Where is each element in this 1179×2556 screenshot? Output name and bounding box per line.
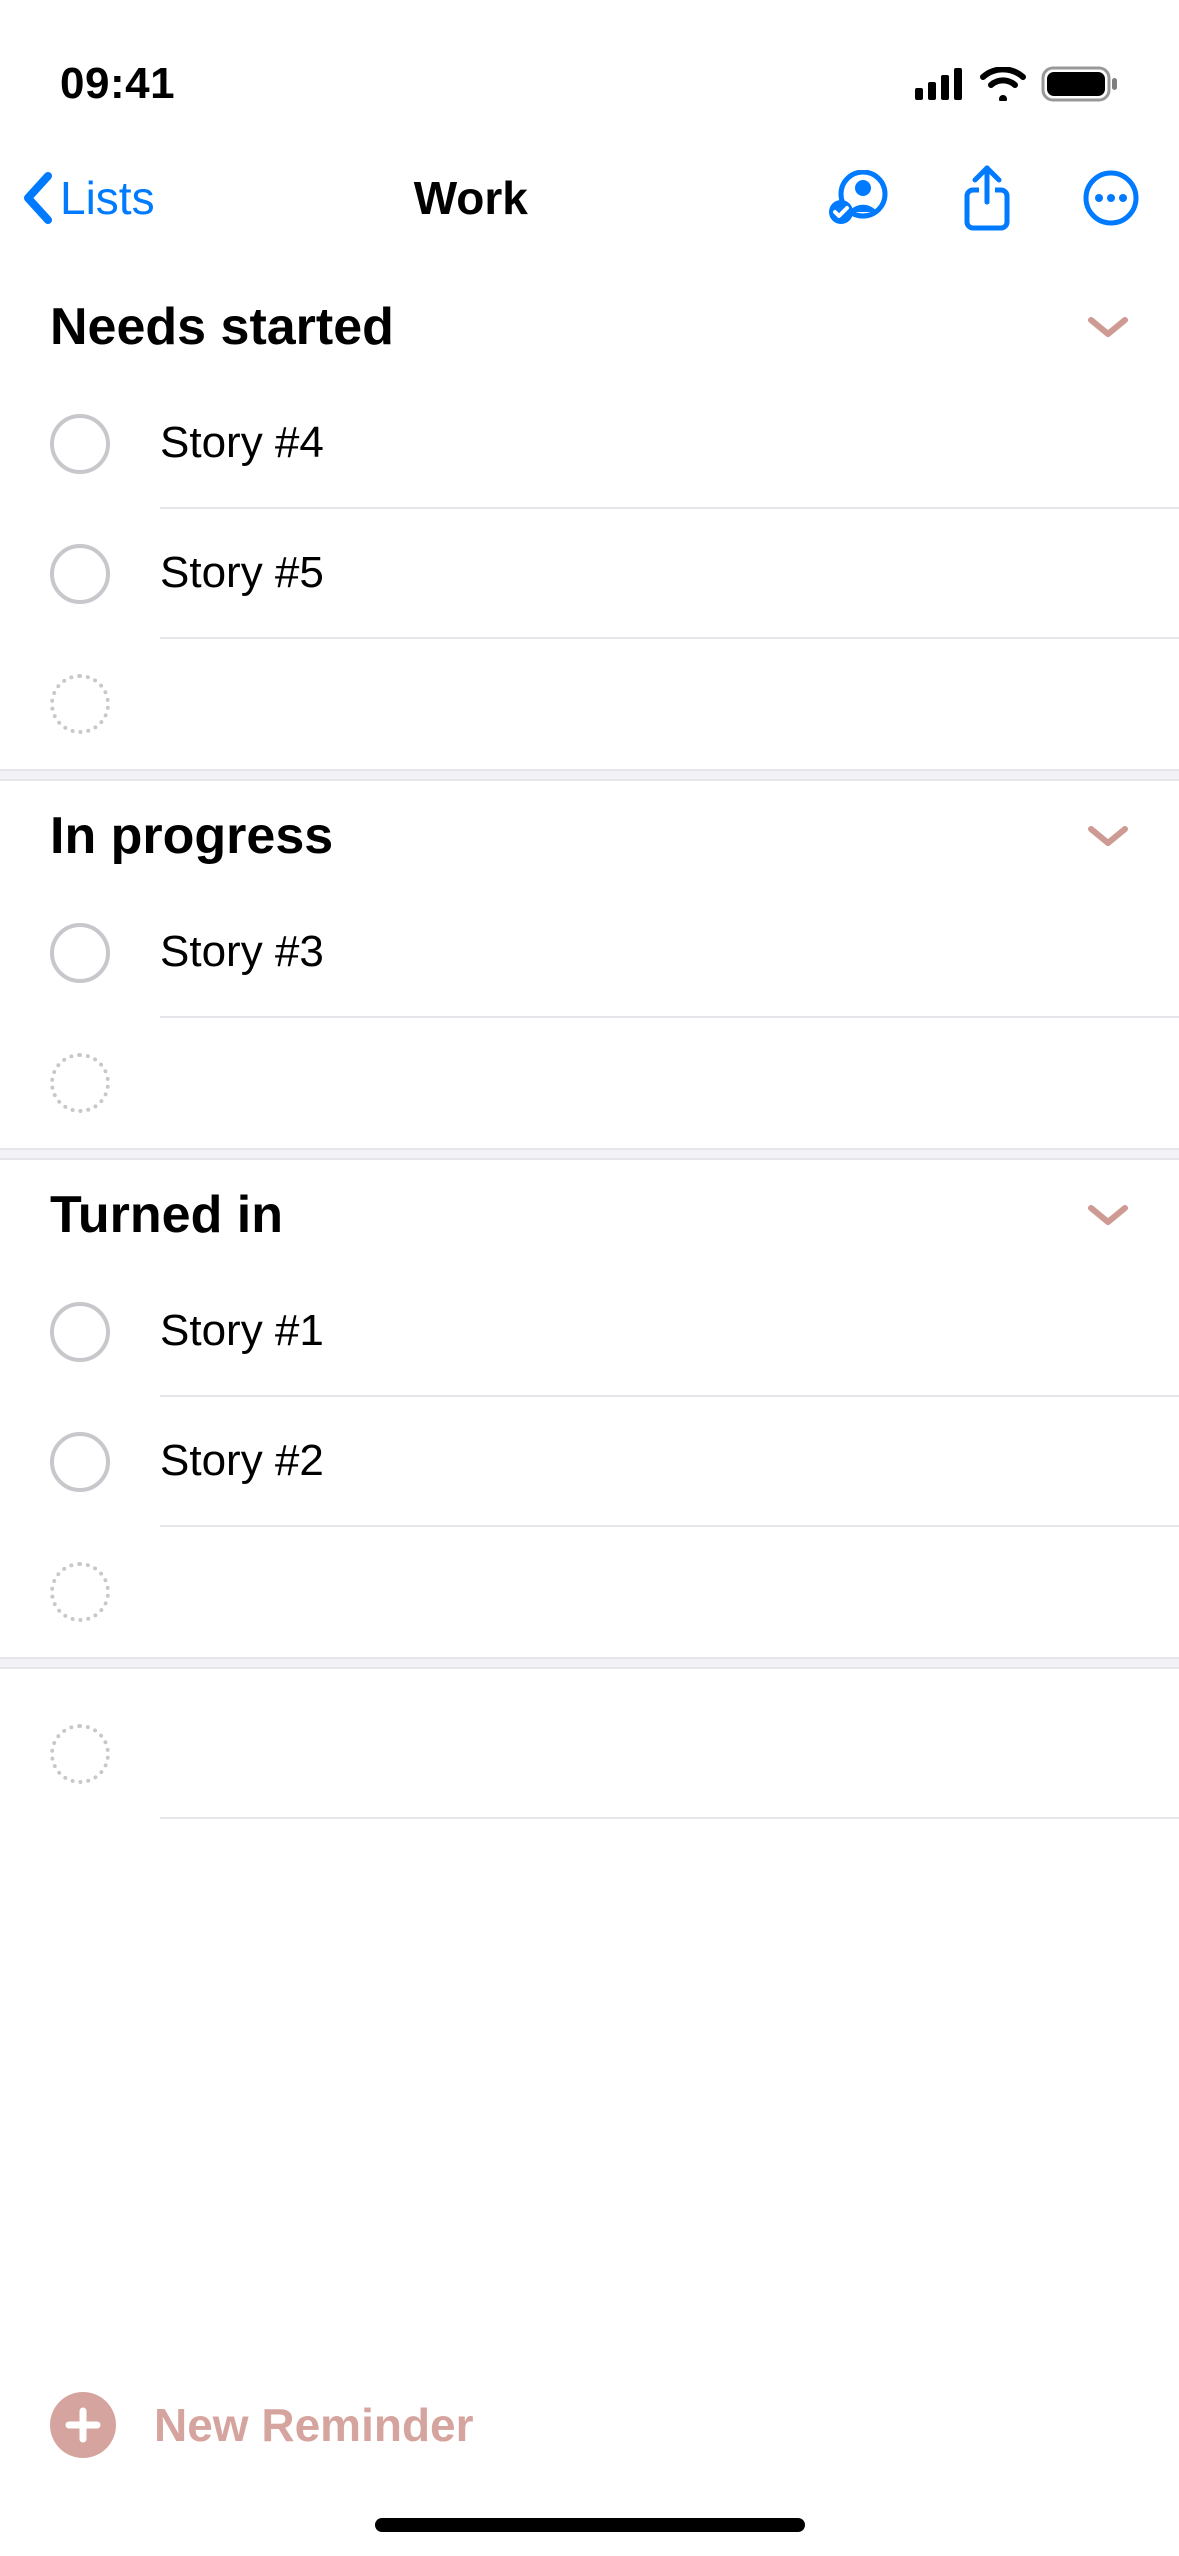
reminder-title[interactable]: Story #4: [160, 379, 1179, 509]
nav-actions: [827, 164, 1139, 232]
completion-circle[interactable]: [50, 923, 110, 983]
completion-circle[interactable]: [50, 1432, 110, 1492]
section-header[interactable]: Turned in: [0, 1175, 1179, 1267]
section-title: Needs started: [50, 297, 394, 357]
collaborate-icon[interactable]: [827, 170, 891, 226]
chevron-down-icon: [1087, 1202, 1129, 1228]
reminder-title[interactable]: Story #3: [160, 888, 1179, 1018]
section-divider: [0, 1657, 1179, 1669]
status-bar: 09:41: [0, 0, 1179, 130]
reminder-item[interactable]: Story #1: [0, 1267, 1179, 1397]
reminder-title[interactable]: Story #2: [160, 1397, 1179, 1527]
completion-circle-ghost: [50, 674, 110, 734]
completion-circle[interactable]: [50, 544, 110, 604]
section-header[interactable]: In progress: [0, 796, 1179, 888]
completion-circle-ghost: [50, 1053, 110, 1113]
new-reminder-placeholder[interactable]: [0, 1527, 1179, 1657]
section-needs-started: Needs started Story #4 Story #5: [0, 272, 1179, 769]
cellular-icon: [915, 68, 965, 100]
more-icon[interactable]: [1083, 170, 1139, 226]
wifi-icon: [979, 67, 1027, 101]
page-title: Work: [115, 171, 827, 225]
nav-bar: Lists Work: [0, 130, 1179, 272]
chevron-left-icon: [20, 172, 58, 224]
reminder-item[interactable]: Story #3: [0, 888, 1179, 1018]
section-in-progress: In progress Story #3: [0, 781, 1179, 1148]
reminder-item[interactable]: Story #4: [0, 379, 1179, 509]
completion-circle-ghost: [50, 1724, 110, 1784]
reminder-title-empty[interactable]: [160, 639, 1179, 769]
reminder-title-empty[interactable]: [160, 1689, 1179, 1819]
status-time: 09:41: [60, 59, 175, 109]
new-reminder-placeholder[interactable]: [0, 1689, 1179, 1819]
battery-icon: [1041, 66, 1119, 102]
new-reminder-label: New Reminder: [154, 2398, 474, 2452]
reminder-title-empty[interactable]: [160, 1527, 1179, 1657]
reminder-title[interactable]: Story #1: [160, 1267, 1179, 1397]
home-indicator[interactable]: [375, 2518, 805, 2532]
new-reminder-button[interactable]: New Reminder: [0, 2372, 1179, 2518]
unsectioned-area: [0, 1669, 1179, 1819]
reminder-item[interactable]: Story #5: [0, 509, 1179, 639]
reminder-item[interactable]: Story #2: [0, 1397, 1179, 1527]
chevron-down-icon: [1087, 823, 1129, 849]
completion-circle[interactable]: [50, 1302, 110, 1362]
section-header[interactable]: Needs started: [0, 287, 1179, 379]
chevron-down-icon: [1087, 314, 1129, 340]
section-divider: [0, 769, 1179, 781]
bottom-toolbar: New Reminder: [0, 2372, 1179, 2556]
completion-circle[interactable]: [50, 414, 110, 474]
reminder-title[interactable]: Story #5: [160, 509, 1179, 639]
plus-circle-icon: [50, 2392, 116, 2458]
section-title: In progress: [50, 806, 333, 866]
share-icon[interactable]: [961, 164, 1013, 232]
section-turned-in: Turned in Story #1 Story #2: [0, 1160, 1179, 1657]
section-divider: [0, 1148, 1179, 1160]
completion-circle-ghost: [50, 1562, 110, 1622]
status-icons: [915, 66, 1119, 102]
new-reminder-placeholder[interactable]: [0, 1018, 1179, 1148]
section-title: Turned in: [50, 1185, 283, 1245]
new-reminder-placeholder[interactable]: [0, 639, 1179, 769]
reminder-title-empty[interactable]: [160, 1018, 1179, 1148]
